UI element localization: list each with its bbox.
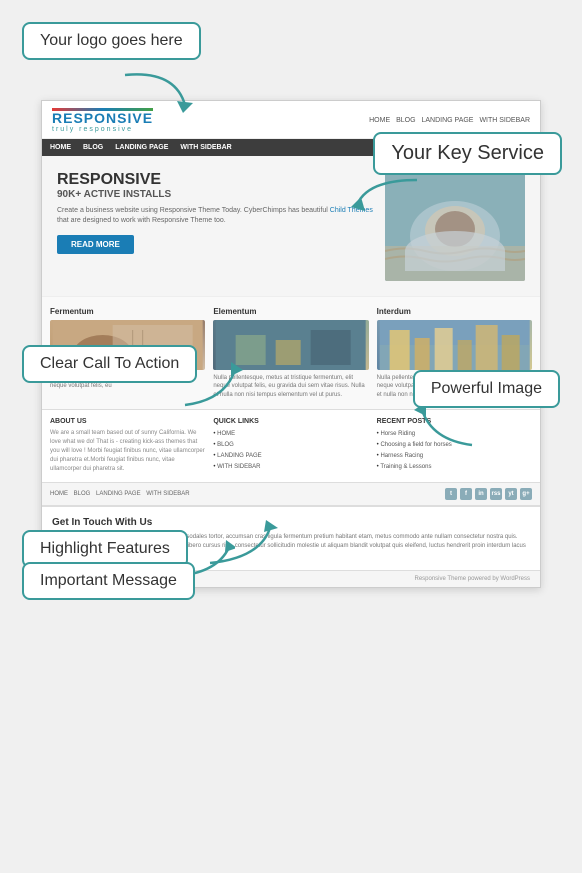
nav-sidebar[interactable]: WITH SIDEBAR <box>180 144 231 151</box>
quick-link-landing[interactable]: LANDING PAGE <box>213 451 368 462</box>
footer-about-body: We are a small team based out of sunny C… <box>50 429 205 474</box>
hero-subtitle: 90K+ ACTIVE INSTALLS <box>57 189 375 200</box>
callout-cta: Clear Call To Action <box>22 345 197 383</box>
mockup-hero-text: RESPONSIVE 90K+ ACTIVE INSTALLS Create a… <box>57 171 375 254</box>
callout-powerful-image: Powerful Image <box>413 370 560 408</box>
social-facebook-icon[interactable]: f <box>460 488 472 500</box>
nav-top-sidebar[interactable]: WITH SIDEBAR <box>479 117 530 124</box>
col3-title: Interdum <box>377 307 532 316</box>
callout-logo: Your logo goes here <box>22 22 201 60</box>
post-training[interactable]: Training & Lessons <box>377 462 532 473</box>
social-linkedin-icon[interactable]: in <box>475 488 487 500</box>
callout-important: Important Message <box>22 562 195 600</box>
col2-title: Elementum <box>213 307 368 316</box>
social-twitter-icon[interactable]: t <box>445 488 457 500</box>
footer-quick-links-title: QUICK LINKS <box>213 418 368 425</box>
footer-quick-links-list: HOME BLOG LANDING PAGE WITH SIDEBAR <box>213 429 368 472</box>
callout-key-service: Your Key Service <box>373 132 562 175</box>
post-harness[interactable]: Harness Racing <box>377 451 532 462</box>
callout-powerful-image-text: Powerful Image <box>431 380 542 397</box>
nav-landing[interactable]: LANDING PAGE <box>115 144 168 151</box>
footer-nav-home[interactable]: HOME <box>50 491 68 497</box>
read-more-button[interactable]: READ MORE <box>57 235 134 254</box>
hero-title: RESPONSIVE <box>57 171 375 189</box>
contact-title: Get In Touch With Us <box>52 517 530 528</box>
hero-body: Create a business website using Responsi… <box>57 206 375 227</box>
footer-nav-blog[interactable]: BLOG <box>74 491 91 497</box>
social-youtube-icon[interactable]: yt <box>505 488 517 500</box>
page-wrapper: Your logo goes here Your Key Service Cle… <box>0 0 582 628</box>
quick-link-blog[interactable]: BLOG <box>213 440 368 451</box>
arrow-logo <box>115 65 195 115</box>
quick-link-sidebar[interactable]: WITH SIDEBAR <box>213 462 368 473</box>
social-icons: t f in rss yt g+ <box>445 488 532 500</box>
callout-logo-text: Your logo goes here <box>40 32 183 49</box>
nav-top-home[interactable]: HOME <box>369 117 390 124</box>
mockup-footer-nav: HOME BLOG LANDING PAGE WITH SIDEBAR t f … <box>42 482 540 505</box>
nav-top-landing[interactable]: LANDING PAGE <box>421 117 473 124</box>
mockup-nav-top: HOME BLOG LANDING PAGE WITH SIDEBAR <box>365 117 530 124</box>
footer-about: ABOUT US We are a small team based out o… <box>50 418 205 474</box>
nav-blog[interactable]: BLOG <box>83 144 103 151</box>
copyright-right: Responsive Theme powered by WordPress <box>415 576 531 582</box>
social-rss-icon[interactable]: rss <box>490 488 502 500</box>
footer-nav-landing[interactable]: LANDING PAGE <box>96 491 141 497</box>
col1-title: Fermentum <box>50 307 205 316</box>
col3-image <box>377 320 532 370</box>
nav-home[interactable]: HOME <box>50 144 71 151</box>
footer-about-title: ABOUT US <box>50 418 205 425</box>
arrow-important <box>200 518 280 568</box>
mockup-hero: RESPONSIVE 90K+ ACTIVE INSTALLS Create a… <box>42 156 540 296</box>
nav-top-blog[interactable]: BLOG <box>396 117 415 124</box>
quick-link-home[interactable]: HOME <box>213 429 368 440</box>
callout-key-service-text: Your Key Service <box>391 142 544 164</box>
social-google-icon[interactable]: g+ <box>520 488 532 500</box>
arrow-key-service <box>347 175 427 215</box>
callout-important-text: Important Message <box>40 572 177 589</box>
logo-tagline: truly responsive <box>52 126 153 134</box>
footer-nav-links: HOME BLOG LANDING PAGE WITH SIDEBAR <box>50 491 194 497</box>
callout-highlight-text: Highlight Features <box>40 540 170 557</box>
footer-nav-sidebar[interactable]: WITH SIDEBAR <box>146 491 189 497</box>
footer-quick-links: QUICK LINKS HOME BLOG LANDING PAGE WITH … <box>213 418 368 474</box>
callout-cta-text: Clear Call To Action <box>40 355 179 372</box>
